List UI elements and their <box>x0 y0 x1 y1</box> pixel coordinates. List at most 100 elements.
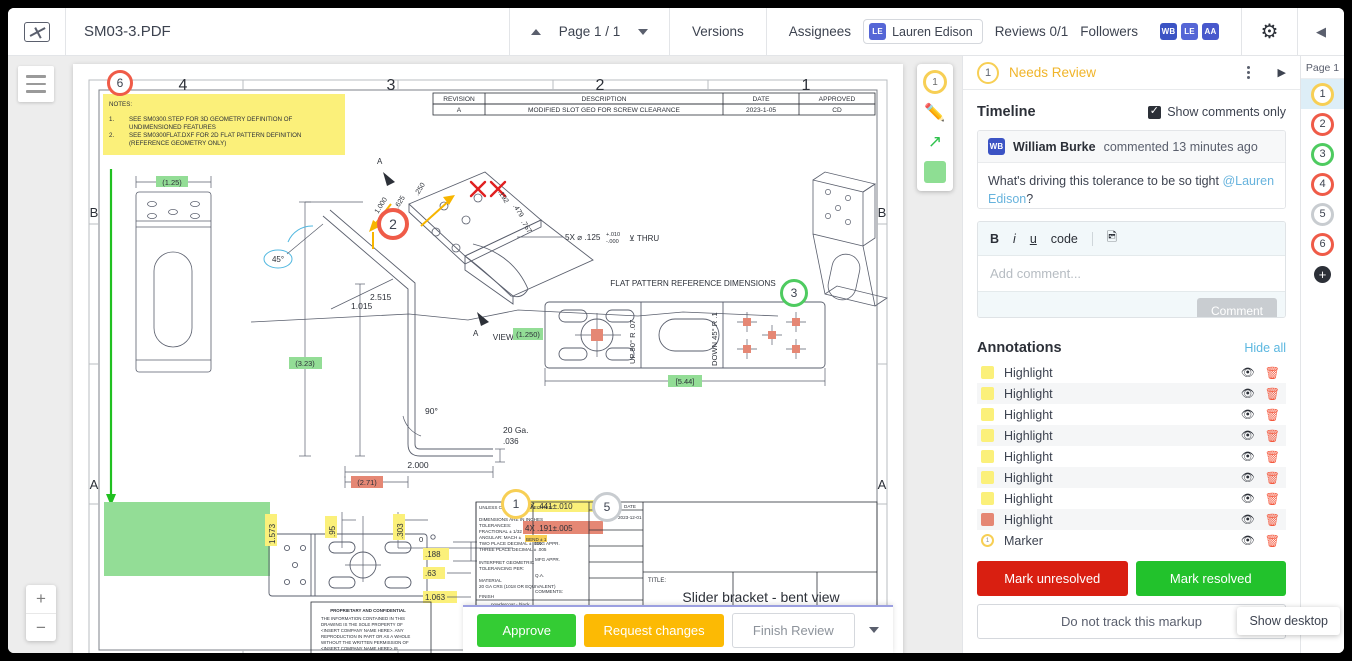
submit-comment-button[interactable]: Comment <box>1196 298 1277 318</box>
trash-icon[interactable]: 🗑 <box>1265 513 1280 527</box>
highlight-tool-icon[interactable] <box>924 161 946 183</box>
italic-button[interactable]: i <box>1013 232 1016 246</box>
annotation-row[interactable]: Highlight 👁 🗑 <box>977 488 1286 509</box>
page-next-icon[interactable] <box>638 28 649 35</box>
insert-image-icon[interactable]: 🖻 <box>1107 228 1117 249</box>
trash-icon[interactable]: 🗑 <box>1265 492 1280 506</box>
trash-icon[interactable]: 🗑 <box>1265 450 1280 464</box>
comment-editor[interactable]: B i u code 🖻 Add comment... Comment <box>977 221 1286 318</box>
eye-icon[interactable]: 👁 <box>1241 408 1255 421</box>
markup-marker-1[interactable]: 1 <box>501 489 531 519</box>
markup-tool-flyout[interactable]: 1 ✏️ ↗ <box>917 64 953 191</box>
page-prev-icon[interactable] <box>530 28 541 35</box>
eye-icon[interactable]: 👁 <box>1241 366 1255 379</box>
zoom-in-button[interactable]: + <box>26 585 56 613</box>
markup-marker-2[interactable]: 2 <box>377 208 409 240</box>
comment-action: commented 13 minutes ago <box>1103 139 1258 154</box>
eye-icon[interactable]: 👁 <box>1241 534 1255 547</box>
svg-text:(2.71): (2.71) <box>357 478 377 487</box>
svg-text:2.: 2. <box>109 132 114 139</box>
annotation-row[interactable]: Highlight 👁 🗑 <box>977 425 1286 446</box>
collapse-panel-button[interactable]: ◀ <box>1298 8 1344 55</box>
trash-icon[interactable]: 🗑 <box>1265 408 1280 422</box>
hamburger-menu-icon[interactable] <box>18 66 54 102</box>
reviews-label[interactable]: Reviews 0/1 <box>995 24 1069 39</box>
zoom-controls[interactable]: + − <box>26 585 56 641</box>
marker-tool-icon[interactable]: 1 <box>923 70 947 94</box>
mark-resolved-button[interactable]: Mark resolved <box>1135 561 1286 596</box>
timeline-title: Timeline <box>977 104 1036 120</box>
comment-input[interactable]: Add comment... <box>978 256 1285 292</box>
approve-button[interactable]: Approve <box>477 613 577 647</box>
pdf-viewer[interactable]: 6 4 3 2 1 4 3 B A B A NOTES: 1. SEE SM0300.STE… <box>8 56 962 653</box>
timeline-header: Timeline Show comments only <box>963 90 1300 130</box>
pen-tool-icon[interactable]: ✏️ <box>924 103 945 123</box>
next-markup-icon[interactable]: ▶ <box>1266 66 1286 79</box>
zoom-out-button[interactable]: − <box>26 613 56 641</box>
kebab-menu-icon[interactable] <box>1242 66 1256 79</box>
markup-badge-number: 1 <box>984 66 992 79</box>
arrow-tool-icon[interactable]: ↗ <box>928 132 942 152</box>
annotation-row[interactable]: Highlight 👁 🗑 <box>977 509 1286 530</box>
eye-icon[interactable]: 👁 <box>1241 471 1255 484</box>
annotation-row[interactable]: Highlight 👁 🗑 <box>977 383 1286 404</box>
markup-marker-3[interactable]: 3 <box>780 279 808 307</box>
comment-body: What's driving this tolerance to be so t… <box>978 163 1285 209</box>
rail-item-4[interactable]: 4 <box>1301 169 1345 199</box>
eye-icon[interactable]: 👁 <box>1241 513 1255 526</box>
resolve-button-row: Mark unresolved Mark resolved <box>977 561 1286 596</box>
rail-item-5[interactable]: 5 <box>1301 199 1345 229</box>
svg-text:20 Ga.: 20 Ga. <box>503 425 529 435</box>
annotation-row[interactable]: Highlight 👁 🗑 <box>977 446 1286 467</box>
hide-all-button[interactable]: Hide all <box>1244 341 1286 355</box>
followers-avatars[interactable]: WB LE AA <box>1160 23 1219 40</box>
svg-text:<INSERT COMPANY NAME HERE>. A: <INSERT COMPANY NAME HERE>. ANY <box>321 628 404 633</box>
app-logo[interactable] <box>8 8 66 55</box>
checkbox-icon[interactable] <box>1148 104 1162 119</box>
show-comments-only-toggle[interactable]: Show comments only <box>1148 104 1286 119</box>
svg-text:THREE PLACE DECIMAL ± .005: THREE PLACE DECIMAL ± .005 <box>479 547 547 552</box>
trash-icon[interactable]: 🗑 <box>1265 471 1280 485</box>
markup-status-text: Needs Review <box>1009 65 1097 80</box>
annotation-color-swatch <box>981 513 994 526</box>
trash-icon[interactable]: 🗑 <box>1265 429 1280 443</box>
mark-unresolved-button[interactable]: Mark unresolved <box>977 561 1128 596</box>
code-button[interactable]: code <box>1051 232 1078 246</box>
trash-icon[interactable]: 🗑 <box>1265 387 1280 401</box>
annotation-row[interactable]: Highlight 👁 🗑 <box>977 404 1286 425</box>
add-markup-button[interactable]: + <box>1314 266 1331 283</box>
svg-text:DATE: DATE <box>752 96 770 103</box>
followers-label: Followers <box>1080 24 1138 39</box>
rail-item-1[interactable]: 1 <box>1300 79 1344 109</box>
request-changes-button[interactable]: Request changes <box>584 613 724 647</box>
rail-item-2[interactable]: 2 <box>1301 109 1345 139</box>
annotation-color-swatch <box>981 492 994 505</box>
annotation-row[interactable]: Highlight 👁 🗑 <box>977 362 1286 383</box>
eye-icon[interactable]: 👁 <box>1241 429 1255 442</box>
bold-button[interactable]: B <box>990 232 999 246</box>
tab-versions[interactable]: Versions <box>670 8 767 55</box>
chevron-down-icon[interactable] <box>869 627 879 633</box>
annotation-row[interactable]: 1 Marker 👁 🗑 <box>977 530 1286 551</box>
underline-button[interactable]: u <box>1030 232 1037 246</box>
rail-item-6[interactable]: 6 <box>1301 229 1345 259</box>
assignee-chip[interactable]: LE Lauren Edison <box>863 19 983 44</box>
eye-icon[interactable]: 👁 <box>1241 387 1255 400</box>
settings-button[interactable]: ⚙ <box>1242 8 1298 55</box>
drawing-sheet[interactable]: 6 4 3 2 1 4 3 B A B A NOTES: 1. SEE SM0300.STE… <box>73 64 903 653</box>
trash-icon[interactable]: 🗑 <box>1265 534 1280 548</box>
markup-marker-6[interactable]: 6 <box>107 70 133 96</box>
svg-text:5X ⌀ .125: 5X ⌀ .125 <box>565 233 601 242</box>
svg-text:4X .191±.005: 4X .191±.005 <box>525 524 573 533</box>
eye-icon[interactable]: 👁 <box>1241 492 1255 505</box>
svg-text:CD: CD <box>832 107 842 114</box>
rail-item-3[interactable]: 3 <box>1301 139 1345 169</box>
finish-review-button[interactable]: Finish Review <box>731 612 855 648</box>
annotation-label: Highlight <box>1004 491 1053 506</box>
trash-icon[interactable]: 🗑 <box>1265 366 1280 380</box>
annotation-row[interactable]: Highlight 👁 🗑 <box>977 467 1286 488</box>
eye-icon[interactable]: 👁 <box>1241 450 1255 463</box>
annotations-title: Annotations <box>977 340 1062 356</box>
markup-marker-5[interactable]: 5 <box>592 492 622 522</box>
svg-text:-.000: -.000 <box>606 239 619 245</box>
